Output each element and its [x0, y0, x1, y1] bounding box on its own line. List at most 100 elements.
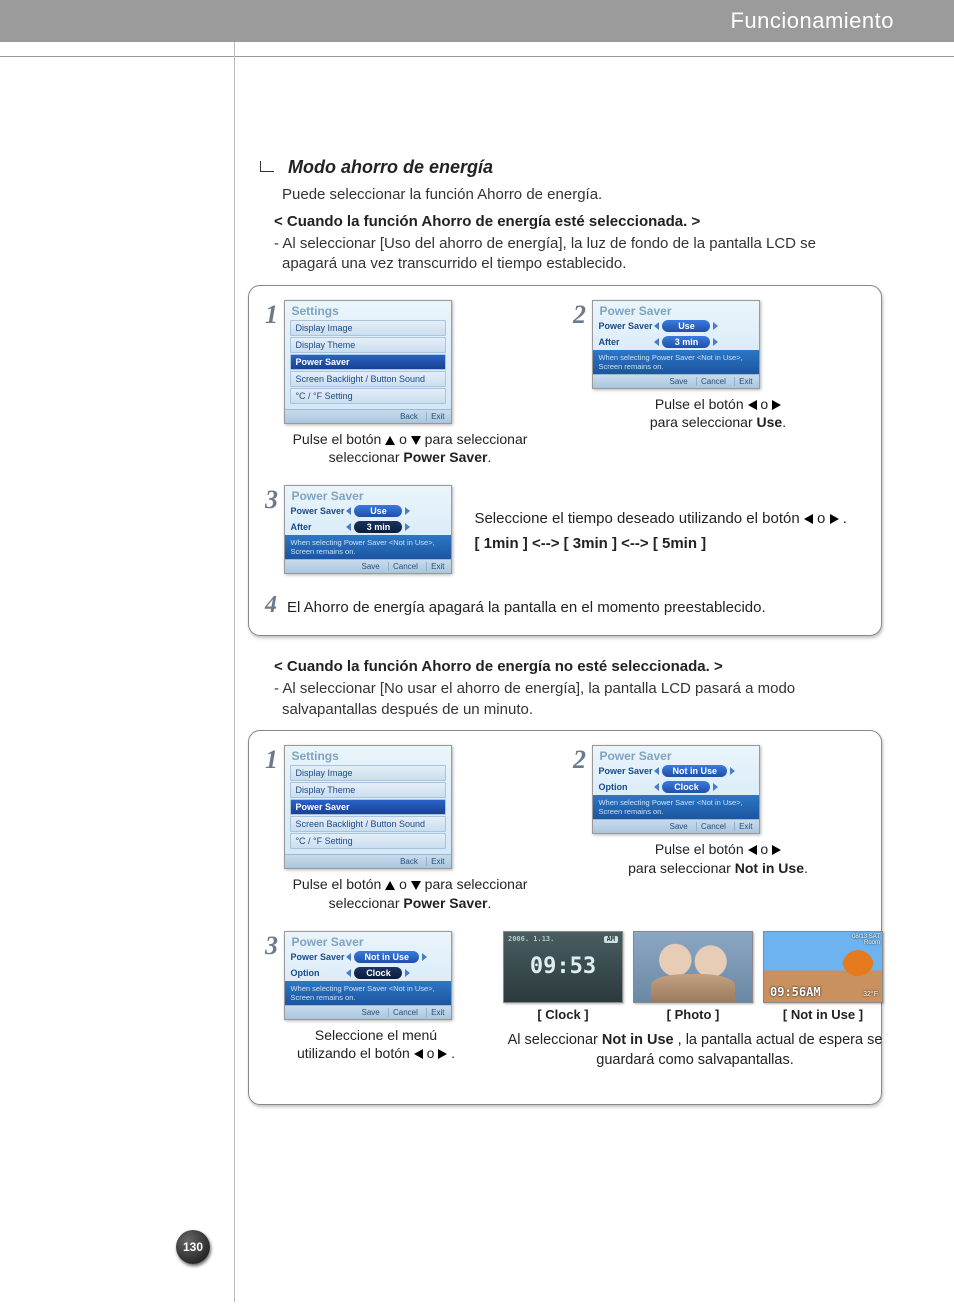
step-number: 1	[265, 300, 278, 330]
panel-title: Power Saver	[285, 932, 451, 949]
kv-value[interactable]: Not in Use	[662, 765, 727, 777]
chevron-right-icon[interactable]	[422, 953, 427, 961]
caption-target: Power Saver	[403, 449, 487, 465]
footer-btn[interactable]: Back	[396, 412, 418, 421]
block2-desc: - Al seleccionar [No usar el ahorro de e…	[274, 679, 854, 720]
step4-text: El Ahorro de energía apagará la pantalla…	[287, 597, 766, 618]
chevron-right-icon[interactable]	[405, 507, 410, 515]
block2-heading: < Cuando la función Ahorro de energía no…	[274, 658, 882, 675]
menu-item[interactable]: Display Theme	[290, 337, 446, 353]
caption-text: Seleccione el tiempo deseado utilizando …	[474, 510, 803, 527]
caption-text: Pulse el botón	[293, 431, 386, 447]
footer-btn[interactable]: Exit	[426, 857, 444, 866]
section-head: Modo ahorro de energía	[260, 157, 882, 178]
block2-step1: 1 Settings Display Image Display Theme P…	[267, 745, 553, 913]
footer-btn[interactable]: Exit	[734, 377, 752, 386]
footer-btn[interactable]: Cancel	[388, 1008, 418, 1017]
step-number: 3	[265, 931, 278, 961]
block1-card: 1 Settings Display Image Display Theme P…	[248, 285, 882, 637]
chevron-right-icon[interactable]	[713, 783, 718, 791]
preview-strip-room: Room	[852, 940, 880, 947]
kv-row: Power Saver Not in Use	[285, 949, 451, 965]
caption-text: .	[487, 895, 491, 911]
chevron-left-icon[interactable]	[654, 322, 659, 330]
footer-btn[interactable]: Back	[396, 857, 418, 866]
footer-btn[interactable]: Save	[358, 562, 380, 571]
chevron-right-icon[interactable]	[405, 969, 410, 977]
menu-item-selected[interactable]: Power Saver	[290, 799, 446, 815]
caption-text: para seleccionar	[628, 860, 735, 876]
menu-item[interactable]: Display Image	[290, 765, 446, 781]
kv-label: After	[598, 337, 654, 347]
panel-ps-option: Power Saver Power Saver Not in Use Optio…	[284, 931, 452, 1020]
menu-item[interactable]: Screen Backlight / Button Sound	[290, 371, 446, 387]
menu-item[interactable]: Display Image	[290, 320, 446, 336]
footer-btn[interactable]: Save	[358, 1008, 380, 1017]
step-number: 2	[573, 300, 586, 330]
chevron-left-icon[interactable]	[654, 783, 659, 791]
footer-btn[interactable]: Exit	[426, 562, 444, 571]
footer-btn[interactable]: Save	[666, 377, 688, 386]
menu-item-selected[interactable]: Power Saver	[290, 354, 446, 370]
footer-btn[interactable]: Cancel	[388, 562, 418, 571]
caption-text: Pulse el botón	[293, 876, 386, 892]
step3-options: [ 1min ] <--> [ 3min ] <--> [ 5min ]	[474, 535, 863, 552]
chevron-left-icon[interactable]	[346, 969, 351, 977]
chevron-left-icon[interactable]	[346, 523, 351, 531]
menu-item[interactable]: Screen Backlight / Button Sound	[290, 816, 446, 832]
menu-item[interactable]: °C / °F Setting	[290, 833, 446, 849]
footer-btn[interactable]: Save	[666, 822, 688, 831]
chevron-left-icon[interactable]	[346, 507, 351, 515]
step1-caption: Pulse el botón o para seleccionar selecc…	[267, 875, 553, 913]
step-number: 2	[573, 745, 586, 775]
left-margin-rule	[234, 42, 235, 1302]
chevron-left-icon[interactable]	[654, 338, 659, 346]
panel-hint: When selecting Power Saver <Not in Use>,…	[593, 350, 759, 374]
chevron-right-icon[interactable]	[730, 767, 735, 775]
footer-btn[interactable]: Exit	[426, 412, 444, 421]
footer-btn[interactable]: Cancel	[696, 822, 726, 831]
kv-value[interactable]: 3 min	[354, 521, 402, 533]
triangle-right-icon	[772, 845, 781, 855]
chevron-right-icon[interactable]	[713, 338, 718, 346]
kv-value[interactable]: Use	[662, 320, 710, 332]
panel-footer: Save Cancel Exit	[593, 374, 759, 388]
panel-hint: When selecting Power Saver <Not in Use>,…	[593, 795, 759, 819]
preview-clock: 2006. 1.13. AM 09:53 [ Clock ]	[503, 931, 623, 1022]
menu-item[interactable]: °C / °F Setting	[290, 388, 446, 404]
caption-text: para seleccionar	[425, 431, 528, 447]
caption-text: o	[817, 510, 830, 527]
panel-hint: When selecting Power Saver <Not in Use>,…	[285, 535, 451, 559]
preview-clock-image: 2006. 1.13. AM 09:53	[503, 931, 623, 1003]
menu-item[interactable]: Display Theme	[290, 782, 446, 798]
chevron-left-icon[interactable]	[654, 767, 659, 775]
section-title: Modo ahorro de energía	[288, 157, 493, 178]
chevron-right-icon[interactable]	[713, 322, 718, 330]
preview-photo: [ Photo ]	[633, 931, 753, 1022]
panel-footer: Save Cancel Exit	[593, 819, 759, 833]
kv-value[interactable]: Clock	[662, 781, 710, 793]
panel-title: Power Saver	[285, 486, 451, 503]
caption-text: Seleccione el menú	[315, 1027, 437, 1043]
kv-row: Power Saver Use	[593, 318, 759, 334]
footer-btn[interactable]: Cancel	[696, 377, 726, 386]
caption-text: o	[399, 431, 411, 447]
chevron-right-icon[interactable]	[405, 523, 410, 531]
footer-btn[interactable]: Exit	[426, 1008, 444, 1017]
chevron-left-icon[interactable]	[346, 953, 351, 961]
kv-value[interactable]: Clock	[354, 967, 402, 979]
preview-overlay-time: 09:56AM	[770, 986, 821, 998]
kv-value[interactable]: Not in Use	[354, 951, 419, 963]
footer-btn[interactable]: Exit	[734, 822, 752, 831]
kv-row: Power Saver Use	[285, 503, 451, 519]
kv-value[interactable]: Use	[354, 505, 402, 517]
caption-text: o	[760, 841, 772, 857]
caption-text: Pulse el botón	[655, 841, 748, 857]
kv-value[interactable]: 3 min	[662, 336, 710, 348]
triangle-left-icon	[804, 514, 813, 524]
step2-caption: Pulse el botón o para seleccionar Use.	[575, 395, 861, 433]
triangle-right-icon	[772, 400, 781, 410]
preview-label: [ Photo ]	[633, 1007, 753, 1022]
preview-photo-image	[633, 931, 753, 1003]
panel-power-saver-use: Power Saver Power Saver Use After 3 min	[592, 300, 760, 389]
